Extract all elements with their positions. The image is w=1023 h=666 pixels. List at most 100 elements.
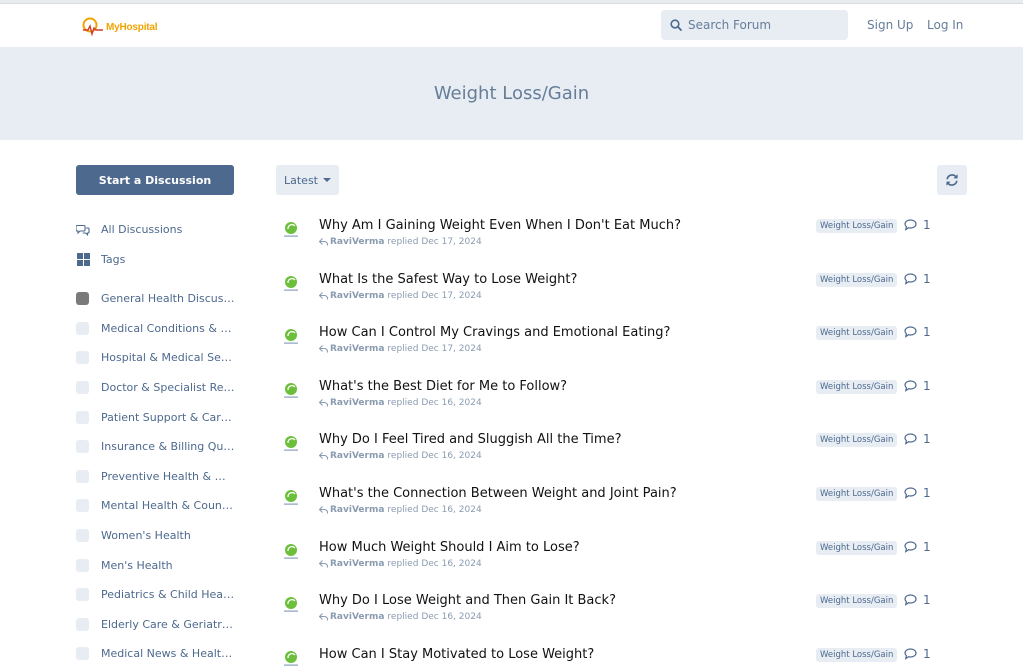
reply-count: 1 [904,486,931,500]
sidebar-tag-item[interactable]: Patient Support & Caregivers [76,402,246,432]
tag-badge[interactable]: Weight Loss/Gain [816,647,898,662]
discussion-title[interactable]: How Can I Control My Cravings and Emotio… [319,325,670,340]
discussion-date: Dec 16, 2024 [421,397,482,408]
reply-count-value: 1 [923,539,931,554]
refresh-button[interactable] [937,165,967,195]
login-link[interactable]: Log In [927,18,963,32]
discussion-user[interactable]: RaviVerma [330,505,384,515]
avatar[interactable] [280,648,302,666]
sort-dropdown[interactable]: Latest [276,165,339,195]
tag-badge[interactable]: Weight Loss/Gain [816,486,898,501]
discussion-list: Why Am I Gaining Weight Even When I Don'… [276,206,976,666]
comment-icon [904,487,917,499]
discussion-row[interactable]: Why Do I Lose Weight and Then Gain It Ba… [276,581,976,635]
sidebar-tag-label: Patient Support & Caregivers [101,410,235,424]
reply-icon [319,238,328,246]
discussion-title[interactable]: How Can I Stay Motivated to Lose Weight? [319,647,594,662]
sidebar-tag-label: Medical News & Health Innovations [101,647,235,661]
tag-badge[interactable]: Weight Loss/Gain [816,433,898,448]
discussion-title[interactable]: Why Am I Gaining Weight Even When I Don'… [319,218,681,233]
discussion-meta: RaviVerma replied Dec 17, 2024 [319,344,482,354]
sidebar-tag-item[interactable]: General Health Discussions [76,284,246,314]
discussion-user[interactable]: RaviVerma [330,559,384,569]
tag-badge[interactable]: Weight Loss/Gain [816,594,898,609]
sidebar-item-tags[interactable]: Tags [76,245,246,275]
tag-color-swatch [76,499,89,513]
comment-icon [904,219,917,231]
discussion-row[interactable]: How Can I Control My Cravings and Emotio… [276,313,976,367]
comments-icon [76,223,90,237]
discussion-title[interactable]: What Is the Safest Way to Lose Weight? [319,272,577,287]
discussion-row[interactable]: How Much Weight Should I Aim to Lose? Ra… [276,528,976,582]
discussion-action: replied [387,237,419,247]
discussion-row[interactable]: Why Do I Feel Tired and Sluggish All the… [276,420,976,474]
discussion-user[interactable]: RaviVerma [330,612,384,622]
discussion-meta: RaviVerma replied Dec 16, 2024 [319,612,482,622]
sidebar-tag-item[interactable]: Insurance & Billing Questions [76,432,246,462]
sidebar-tag-item[interactable]: Mental Health & Counseling [76,491,246,521]
avatar[interactable] [280,487,302,509]
sidebar-tag-label: Medical Conditions & Diseases [101,321,235,335]
avatar[interactable] [280,326,302,348]
tag-color-swatch [76,529,89,543]
discussion-action: replied [387,558,419,569]
sidebar-tag-item[interactable]: Men's Health [76,550,246,580]
tag-color-swatch [76,351,89,365]
discussion-user[interactable]: RaviVerma [330,344,384,354]
discussion-user[interactable]: RaviVerma [330,398,384,408]
sidebar-tag-item[interactable]: Medical News & Health Innovations [76,639,246,666]
tag-hero: Weight Loss/Gain [0,47,1023,140]
tag-badge[interactable]: Weight Loss/Gain [816,219,898,233]
avatar[interactable] [280,380,302,402]
avatar[interactable] [280,219,302,241]
sidebar-tag-label: Preventive Health & Wellness [101,469,235,483]
sidebar-tag-item[interactable]: Doctor & Specialist Reviews [76,373,246,403]
discussion-title[interactable]: What's the Best Diet for Me to Follow? [319,379,567,394]
discussion-action: replied [387,451,419,462]
discussion-title[interactable]: How Much Weight Should I Aim to Lose? [319,540,580,555]
comment-icon [904,272,917,285]
reply-count-value: 1 [923,646,931,661]
avatar[interactable] [280,541,302,563]
reply-count: 1 [904,593,931,607]
discussion-row[interactable]: What Is the Safest Way to Lose Weight? R… [276,260,976,314]
discussion-row[interactable]: What's the Best Diet for Me to Follow? R… [276,367,976,421]
sidebar-tag-label: Mental Health & Counseling [101,499,235,513]
discussion-user[interactable]: RaviVerma [330,237,384,247]
sidebar-item-label: All Discussions [101,223,183,237]
tag-color-swatch [76,617,89,631]
sidebar-tag-item[interactable]: Elderly Care & Geriatrics [76,610,246,640]
discussion-row[interactable]: What's the Connection Between Weight and… [276,474,976,528]
start-discussion-button[interactable]: Start a Discussion [76,165,234,195]
sidebar-tag-item[interactable]: Women's Health [76,521,246,551]
search-input[interactable] [688,18,838,32]
sidebar-tag-label: Elderly Care & Geriatrics [101,617,235,631]
discussion-title[interactable]: What's the Connection Between Weight and… [319,486,677,501]
sidebar-tag-item[interactable]: Pediatrics & Child Health [76,580,246,610]
reply-count: 1 [904,540,931,554]
discussion-row[interactable]: How Can I Stay Motivated to Lose Weight?… [276,635,976,666]
sidebar-item-all-discussions[interactable]: All Discussions [76,215,246,245]
avatar[interactable] [280,273,302,295]
discussion-row[interactable]: Why Am I Gaining Weight Even When I Don'… [276,206,976,260]
avatar[interactable] [280,433,302,455]
signup-link[interactable]: Sign Up [867,18,913,32]
reply-count-value: 1 [923,593,931,608]
discussion-title[interactable]: Why Do I Feel Tired and Sluggish All the… [319,432,621,447]
tag-color-swatch [76,292,89,306]
search-box[interactable] [661,10,848,40]
discussion-user[interactable]: RaviVerma [330,291,384,301]
reply-icon [319,398,328,407]
discussion-user[interactable]: RaviVerma [330,451,384,461]
tag-badge[interactable]: Weight Loss/Gain [816,272,898,287]
tag-badge[interactable]: Weight Loss/Gain [816,540,898,555]
sidebar-tag-item[interactable]: Hospital & Medical Services [76,343,246,373]
sidebar-tag-item[interactable]: Preventive Health & Wellness [76,462,246,492]
tag-badge[interactable]: Weight Loss/Gain [816,326,898,341]
sidebar-tag-item[interactable]: Medical Conditions & Diseases [76,314,246,344]
avatar[interactable] [280,594,302,616]
discussion-title[interactable]: Why Do I Lose Weight and Then Gain It Ba… [319,593,616,608]
tag-badge[interactable]: Weight Loss/Gain [816,379,898,394]
site-logo[interactable]: MyHospital [82,16,162,38]
discussion-action: replied [387,397,419,408]
